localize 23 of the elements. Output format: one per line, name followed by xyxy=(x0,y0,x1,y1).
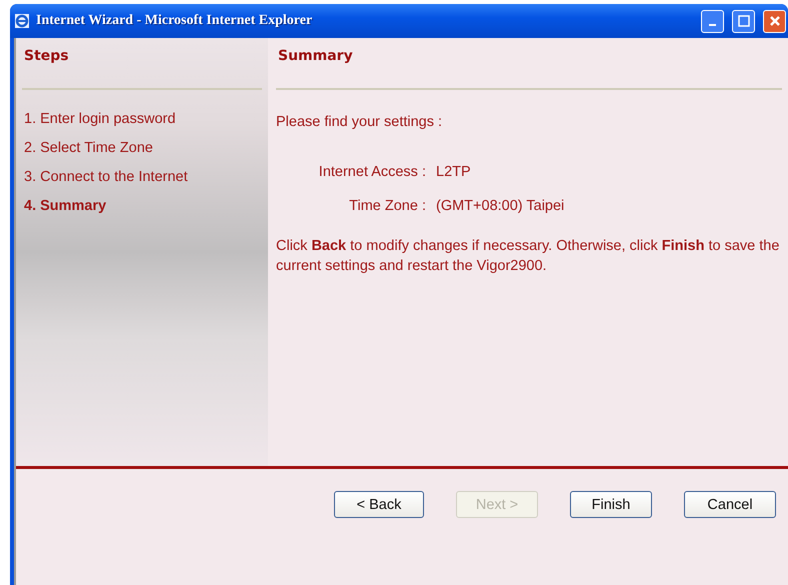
step-item: 4. Summary xyxy=(23,196,108,216)
maximize-icon xyxy=(738,15,750,27)
steps-heading: Steps xyxy=(22,38,262,90)
browser-icon xyxy=(14,13,30,29)
wizard-button[interactable]: < Back xyxy=(334,491,424,518)
setting-value: (GMT+08:00) Taipei xyxy=(436,198,564,214)
intro-text: Please find your settings : xyxy=(276,114,444,130)
maximize-button[interactable] xyxy=(732,10,755,32)
step-item: 2. Select Time Zone xyxy=(23,138,154,158)
step-item: 3. Connect to the Internet xyxy=(23,168,189,186)
close-icon xyxy=(768,15,780,27)
wizard-button[interactable]: Cancel xyxy=(684,491,776,518)
instruction-text: Click Back to modify changes if necessary. Otherwise, click Finish to save the current settings and restart the Vigor2900. xyxy=(276,237,780,276)
setting-value: L2TP xyxy=(436,164,471,180)
close-button[interactable] xyxy=(763,10,786,32)
setting-label: Time Zone : xyxy=(348,198,426,214)
summary-heading: Summary xyxy=(276,38,782,90)
step-item: 1. Enter login password xyxy=(23,110,177,128)
minimize-icon xyxy=(709,24,716,26)
wizard-button[interactable]: Finish xyxy=(570,491,652,518)
minimize-button[interactable] xyxy=(701,10,724,32)
window-title: Internet Wizard - Microsoft Internet Explorer xyxy=(36,13,314,29)
setting-label: Internet Access : xyxy=(318,164,426,180)
